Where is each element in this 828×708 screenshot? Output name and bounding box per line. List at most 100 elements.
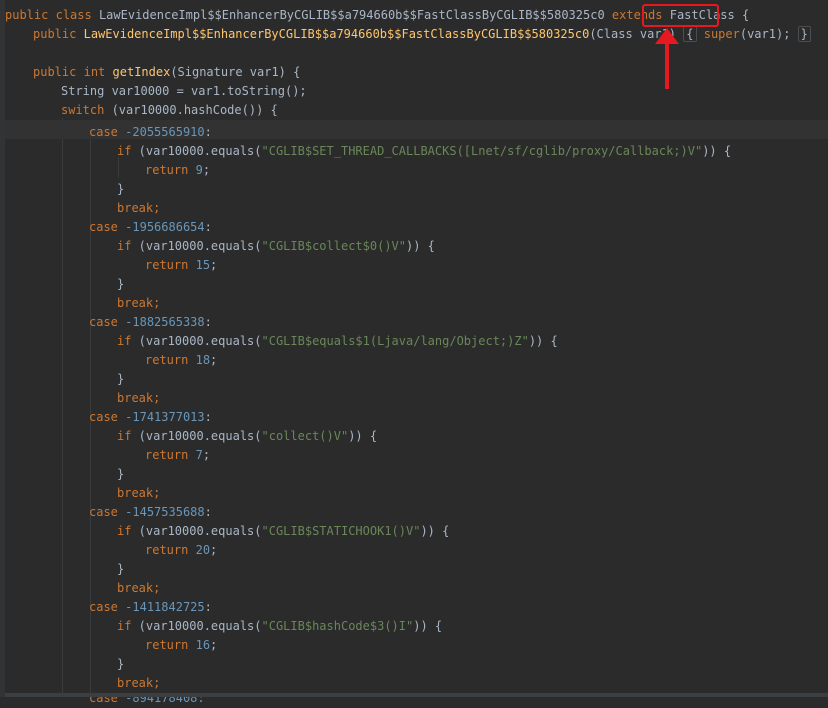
args: (var1); — [739, 27, 791, 41]
return-value: 7 — [195, 448, 203, 462]
case-value: -1882565338 — [125, 315, 205, 329]
code-text: (var10000.equals( — [131, 619, 262, 633]
string-literal: "CGLIB$equals$1(Ljava/lang/Object;)Z" — [261, 334, 529, 348]
keyword: if — [117, 619, 132, 633]
code-line-if[interactable]: if (var10000.equals("collect()V")) { — [117, 427, 377, 446]
keyword: case — [89, 505, 118, 519]
keyword: break; — [117, 581, 161, 595]
keyword: case — [89, 220, 118, 234]
case-value: -1457535688 — [125, 505, 205, 519]
folded-brace[interactable]: { — [683, 26, 697, 42]
keyword: if — [117, 524, 132, 538]
string-literal: "CGLIB$collect$0()V" — [261, 239, 407, 253]
method-name: getIndex — [112, 65, 171, 79]
code-line-constructor[interactable]: public LawEvidenceImpl$$EnhancerByCGLIB$… — [33, 25, 811, 44]
keyword: break; — [117, 391, 161, 405]
code-line-if[interactable]: if (var10000.equals("CGLIB$equals$1(Ljav… — [117, 332, 558, 351]
keyword: case — [89, 600, 118, 614]
code-line-case[interactable]: case -1457535688: — [89, 503, 212, 522]
code-line-switch[interactable]: switch (var10000.hashCode()) { — [61, 101, 278, 120]
code-line-case[interactable]: case -1411842725: — [89, 598, 212, 617]
string-literal: "CGLIB$SET_THREAD_CALLBACKS([Lnet/sf/cgl… — [261, 144, 703, 158]
code-line-close-brace[interactable]: } — [117, 465, 124, 484]
return-value: 18 — [195, 353, 211, 367]
keyword: case — [89, 410, 118, 424]
code-line-return[interactable]: return 9; — [145, 161, 210, 180]
keyword: super — [703, 27, 740, 41]
code-line-class-decl[interactable]: public class LawEvidenceImpl$$EnhancerBy… — [5, 6, 749, 25]
code-line-return[interactable]: return 20; — [145, 541, 217, 560]
code-line-break[interactable]: break; — [117, 579, 160, 598]
constructor-name: LawEvidenceImpl$$EnhancerByCGLIB$$a79466… — [83, 27, 590, 41]
code-text: String var10000 = var1.toString(); — [61, 84, 307, 98]
code-text: (var10000.equals( — [131, 144, 262, 158]
code-line-if[interactable]: if (var10000.equals("CGLIB$SET_THREAD_CA… — [117, 142, 731, 161]
code-line-return[interactable]: return 15; — [145, 256, 217, 275]
indent-guide — [62, 118, 63, 697]
case-value: -1956686654 — [125, 220, 205, 234]
brace: } — [117, 372, 125, 386]
keyword: if — [117, 429, 132, 443]
params: (Signature var1) { — [170, 65, 301, 79]
code-line-return[interactable]: return 18; — [145, 351, 217, 370]
editor-gutter — [0, 0, 5, 697]
code-line-close-brace[interactable]: } — [117, 275, 124, 294]
string-literal: "CGLIB$hashCode$3()I" — [261, 619, 414, 633]
keyword: return — [145, 543, 189, 557]
code-line-break[interactable]: break; — [117, 199, 160, 218]
return-value: 9 — [195, 163, 203, 177]
return-value: 16 — [195, 638, 211, 652]
code-line-return[interactable]: return 16; — [145, 636, 217, 655]
code-text: )) { — [406, 239, 435, 253]
code-editor[interactable]: public class LawEvidenceImpl$$EnhancerBy… — [0, 0, 828, 705]
case-value: -1741377013 — [125, 410, 205, 424]
code-line-case[interactable]: case -1741377013: — [89, 408, 212, 427]
brace: } — [117, 182, 125, 196]
brace: { — [742, 8, 750, 22]
keyword: break; — [117, 486, 161, 500]
code-line-case[interactable]: case -1956686654: — [89, 218, 212, 237]
horizontal-scrollbar[interactable] — [5, 693, 828, 697]
code-line-if[interactable]: if (var10000.equals("CGLIB$STATICHOOK1()… — [117, 522, 449, 541]
code-text: (var10000.equals( — [131, 524, 262, 538]
brace: } — [117, 562, 125, 576]
code-line-close-brace[interactable]: } — [117, 655, 124, 674]
keyword: if — [117, 144, 132, 158]
code-line-if[interactable]: if (var10000.equals("CGLIB$hashCode$3()I… — [117, 617, 442, 636]
keyword: break; — [117, 676, 161, 690]
code-line-return[interactable]: return 7; — [145, 446, 210, 465]
keyword: public — [33, 65, 77, 79]
code-line-case[interactable]: case -2055565910: — [89, 123, 212, 142]
code-line-case[interactable]: case -1882565338: — [89, 313, 212, 332]
code-line-break[interactable]: break; — [117, 484, 160, 503]
code-line-close-brace[interactable]: } — [117, 560, 124, 579]
case-value: -1411842725 — [125, 600, 205, 614]
code-line-close-brace[interactable]: } — [117, 370, 124, 389]
code-line-close-brace[interactable]: } — [117, 180, 124, 199]
keyword: return — [145, 163, 189, 177]
return-value: 15 — [195, 258, 211, 272]
annotation-highlight-box — [642, 4, 719, 27]
code-line-break[interactable]: break; — [117, 389, 160, 408]
keyword: int — [83, 65, 106, 79]
case-value: -2055565910 — [125, 125, 205, 139]
keyword: return — [145, 448, 189, 462]
code-text: )) { — [528, 334, 558, 348]
code-text: (var10000.hashCode()) { — [104, 103, 278, 117]
code-text: )) { — [348, 429, 378, 443]
keyword: return — [145, 638, 189, 652]
code-text: (var10000.equals( — [131, 334, 262, 348]
string-literal: "CGLIB$STATICHOOK1()V" — [261, 524, 421, 538]
code-text: (var10000.equals( — [131, 239, 262, 253]
code-line[interactable]: String var10000 = var1.toString(); — [61, 82, 307, 101]
folded-brace[interactable]: } — [797, 26, 811, 42]
code-line-case-partial[interactable]: case -894178408: — [89, 689, 205, 708]
string-literal: "collect()V" — [261, 429, 349, 443]
keyword: if — [117, 334, 132, 348]
brace: } — [117, 467, 125, 481]
code-line-method-decl[interactable]: public int getIndex(Signature var1) { — [33, 63, 300, 82]
keyword: switch — [61, 103, 105, 117]
code-line-if[interactable]: if (var10000.equals("CGLIB$collect$0()V"… — [117, 237, 435, 256]
code-line-break[interactable]: break; — [117, 294, 160, 313]
return-value: 20 — [195, 543, 211, 557]
